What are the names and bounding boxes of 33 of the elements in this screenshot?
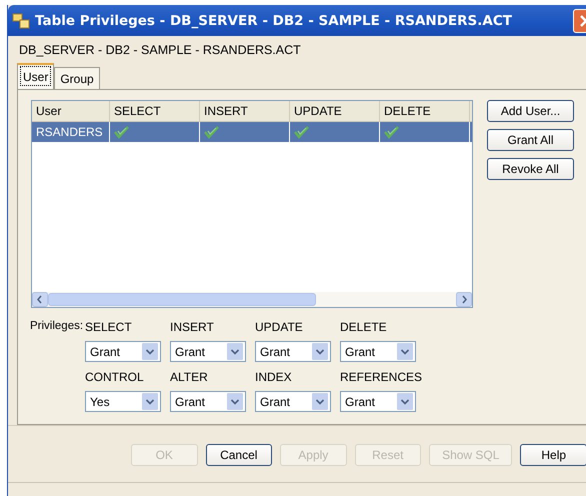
privilege-label: DELETE bbox=[340, 319, 388, 336]
privilege-label: ALTER bbox=[170, 369, 209, 386]
dialog-button[interactable]: Cancel bbox=[206, 444, 272, 466]
privilege-dropdown[interactable]: Grant bbox=[340, 391, 416, 412]
privilege-label: SELECT bbox=[85, 319, 133, 336]
column-header[interactable]: SELECT bbox=[110, 101, 200, 121]
window-title: Table Privileges - DB_SERVER - DB2 - SAMPLE - RSANDERS.ACT bbox=[35, 12, 512, 28]
privilege-dropdown[interactable]: Grant bbox=[340, 341, 416, 362]
object-path: DB_SERVER - DB2 - SAMPLE - RSANDERS.ACT bbox=[18, 42, 302, 59]
privileges-label: Privileges: bbox=[30, 319, 84, 334]
table-row[interactable]: RSANDERS bbox=[32, 122, 472, 142]
privilege-dropdown[interactable]: Grant bbox=[255, 391, 331, 412]
privilege-dropdown[interactable]: Grant bbox=[170, 341, 246, 362]
column-header[interactable]: UPDATE bbox=[290, 101, 380, 121]
tab[interactable]: Group bbox=[54, 67, 100, 89]
column-header[interactable]: INSERT bbox=[200, 101, 290, 121]
privilege-label: UPDATE bbox=[255, 319, 304, 336]
column-header[interactable]: User bbox=[32, 101, 110, 121]
privilege-label: REFERENCES bbox=[340, 369, 424, 386]
side-button[interactable]: Revoke All bbox=[487, 158, 574, 180]
privilege-dropdown[interactable]: Yes bbox=[85, 391, 161, 412]
privilege-label: INDEX bbox=[255, 369, 293, 386]
dialog-button[interactable]: Help bbox=[520, 444, 586, 466]
privilege-dropdown[interactable]: Grant bbox=[85, 341, 161, 362]
privilege-dropdown[interactable]: Grant bbox=[170, 391, 246, 412]
column-header[interactable]: DELETE bbox=[380, 101, 470, 121]
privilege-label: CONTROL bbox=[85, 369, 145, 386]
table-cell: RSANDERS bbox=[32, 122, 110, 142]
tab[interactable]: User bbox=[17, 63, 54, 89]
privilege-label: INSERT bbox=[170, 319, 215, 336]
side-button[interactable]: Grant All bbox=[487, 129, 574, 151]
side-button[interactable]: Add User... bbox=[487, 100, 574, 122]
privilege-dropdown[interactable]: Grant bbox=[255, 341, 331, 362]
